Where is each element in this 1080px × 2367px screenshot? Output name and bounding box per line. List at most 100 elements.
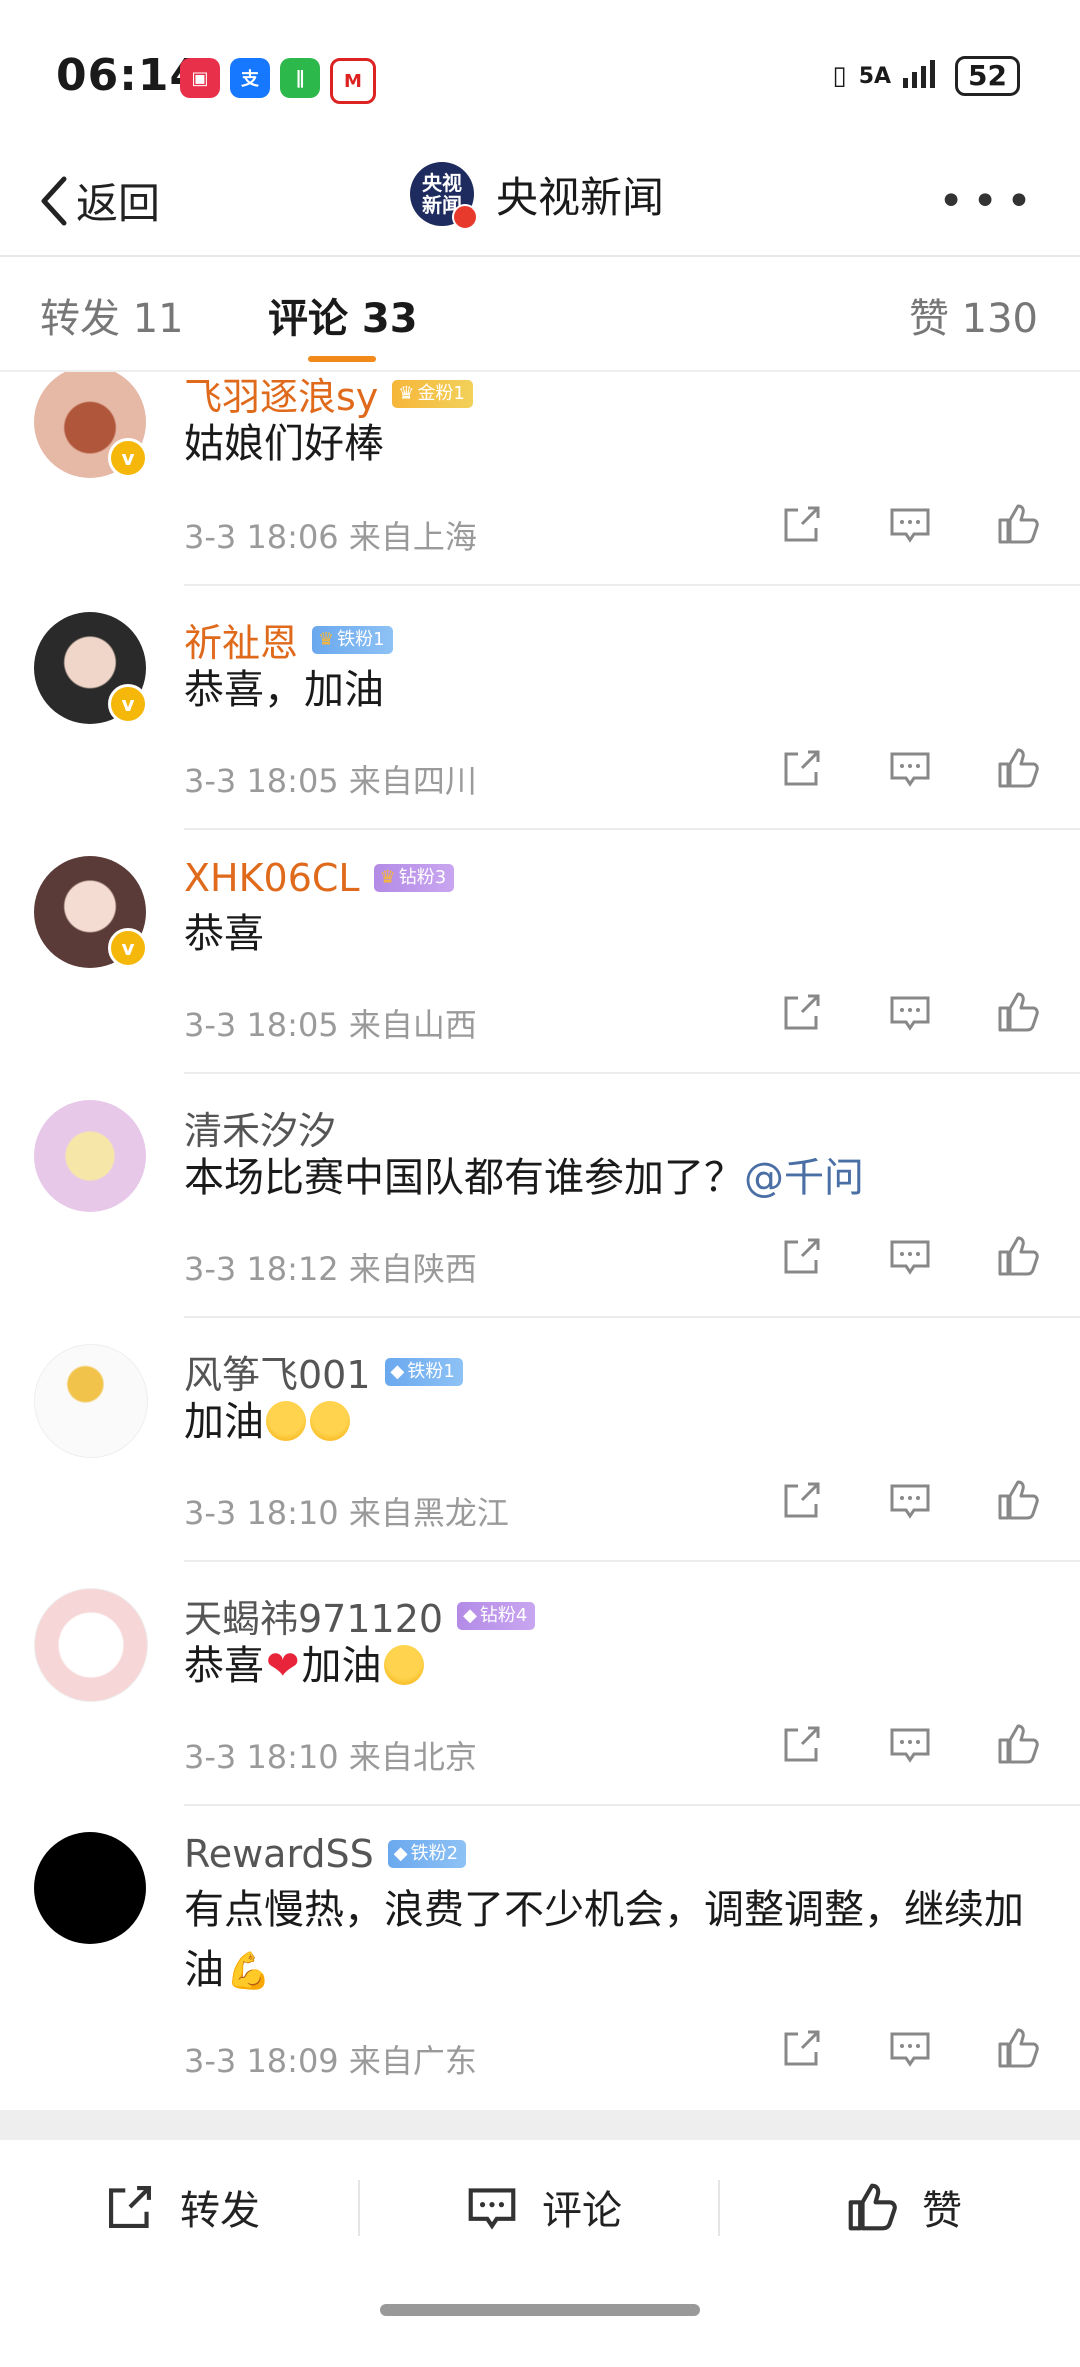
active-tab-indicator — [308, 356, 376, 362]
tab-comments[interactable]: 评论 33 — [268, 286, 418, 344]
comment-text: 恭喜❤加油 — [184, 1636, 1024, 1696]
verified-icon: v — [108, 684, 148, 724]
divider — [358, 2180, 360, 2236]
network-type: 5A — [858, 63, 892, 89]
comment-meta: 3-3 18:12 来自陕西 — [184, 1250, 477, 1288]
nav-bar: 返回 央视新闻 央视新闻 ••• — [0, 150, 1080, 257]
comment-item: v 飞羽逐浪sy ♛ 金粉1 姑娘们好棒 3-3 18:06 来自上海 — [0, 372, 1080, 586]
fan-badge-label: 钻粉4 — [479, 1604, 528, 1626]
fan-badge-label: 金粉1 — [417, 382, 465, 404]
comment-text-body: 有点慢热，浪费了不少机会，调整调整，继续加油 — [184, 1887, 1024, 1993]
fan-badge-label: 钻粉3 — [398, 867, 447, 888]
avatar[interactable] — [34, 1588, 148, 1702]
share-icon[interactable] — [780, 502, 824, 546]
avatar[interactable] — [34, 1100, 146, 1212]
comment-actions — [780, 1722, 1040, 1766]
like-button[interactable]: 赞 — [846, 2178, 962, 2236]
comment-icon[interactable] — [888, 502, 932, 546]
comment-list[interactable]: v 飞羽逐浪sy ♛ 金粉1 姑娘们好棒 3-3 18:06 来自上海 v 祈祉恩… — [0, 372, 1080, 2108]
fan-badge-label: 铁粉1 — [407, 1360, 455, 1382]
cctv-news-logo: 央视新闻 — [410, 162, 478, 230]
alipay-icon: 支 — [230, 58, 270, 98]
mention-link[interactable]: @千问 — [744, 1155, 864, 1201]
account-title[interactable]: 央视新闻 央视新闻 — [410, 162, 665, 230]
bottom-action-bar — [0, 2140, 1080, 2367]
system-icons: ▯ 5A 52 — [832, 56, 1020, 96]
share-icon[interactable] — [780, 1478, 824, 1522]
comment-actions — [780, 1234, 1040, 1278]
username[interactable]: 风筝飞001 — [184, 1344, 371, 1399]
chevron-left-icon — [41, 176, 67, 225]
section-gap — [0, 2110, 1080, 2140]
like-icon[interactable] — [996, 746, 1040, 790]
notification-icons: ▣ 支 ∥ M — [180, 58, 376, 104]
username[interactable]: RewardSS — [184, 1832, 374, 1876]
comment-item: v 祈祉恩 ♛ 铁粉1 恭喜，加油 3-3 18:05 来自四川 — [0, 586, 1080, 830]
fan-badge: ◆ 铁粉1 — [384, 1357, 463, 1386]
fan-badge: ♛ 金粉1 — [392, 379, 473, 408]
more-options-button[interactable]: ••• — [938, 176, 1040, 227]
avatar[interactable] — [34, 1832, 146, 1944]
share-icon[interactable] — [780, 1234, 824, 1278]
comment-icon[interactable] — [888, 990, 932, 1034]
crying-emoji-icon — [266, 1401, 306, 1441]
crown-icon: ♛ — [318, 628, 335, 650]
like-icon[interactable] — [996, 1234, 1040, 1278]
comment-icon[interactable] — [888, 746, 932, 790]
comment-actions — [780, 990, 1040, 1034]
tab-likes[interactable]: 赞 130 — [909, 286, 1038, 344]
metro-app-icon: M — [330, 58, 376, 104]
comment-text: 恭喜，加油 — [184, 667, 384, 713]
comment-meta: 3-3 18:06 来自上海 — [184, 518, 477, 556]
comment-icon[interactable] — [888, 1722, 932, 1766]
crying-emoji-icon — [310, 1401, 350, 1441]
comment-icon[interactable] — [888, 2026, 932, 2070]
comment-text: 有点慢热，浪费了不少机会，调整调整，继续加油💪 — [184, 1880, 1024, 2002]
comment-icon — [468, 2188, 516, 2230]
page-title: 央视新闻 — [496, 172, 665, 222]
comment-icon[interactable] — [888, 1478, 932, 1522]
diamond-icon: ◆ — [393, 1843, 408, 1864]
username[interactable]: 祈祉恩 — [184, 612, 298, 667]
tab-reposts[interactable]: 转发 11 — [40, 286, 184, 344]
like-icon[interactable] — [996, 1478, 1040, 1522]
comment-item: 清禾汐汐 本场比赛中国队都有谁参加了？@千问 3-3 18:12 来自陕西 — [0, 1074, 1080, 1318]
comment-item: RewardSS ◆ 铁粉2 有点慢热，浪费了不少机会，调整调整，继续加油💪 3-… — [0, 1806, 1080, 2108]
tab-bar: 转发 11 评论 33 赞 130 — [0, 256, 1080, 372]
comment-header: XHK06CL ♛ 钻粉3 — [184, 856, 455, 900]
username[interactable]: XHK06CL — [184, 856, 360, 900]
like-icon — [848, 2183, 897, 2231]
share-icon[interactable] — [780, 1722, 824, 1766]
like-icon[interactable] — [996, 990, 1040, 1034]
comment-item: v XHK06CL ♛ 钻粉3 恭喜 3-3 18:05 来自山西 — [0, 830, 1080, 1074]
comment-icon[interactable] — [888, 1234, 932, 1278]
back-button[interactable]: 返回 — [36, 170, 160, 231]
comment-header: 祈祉恩 ♛ 铁粉1 — [184, 612, 393, 667]
heart-emoji-icon: ❤ — [266, 1643, 300, 1689]
comment-text-part: 恭喜 — [184, 1643, 264, 1689]
battery-indicator: 52 — [955, 56, 1020, 96]
share-icon[interactable] — [780, 990, 824, 1034]
share-icon[interactable] — [780, 746, 824, 790]
like-icon[interactable] — [996, 502, 1040, 546]
fan-badge: ◆ 铁粉2 — [387, 1840, 467, 1868]
fan-badge: ♛ 钻粉3 — [373, 864, 455, 892]
diamond-icon: ◆ — [390, 1360, 405, 1382]
home-indicator[interactable] — [380, 2304, 700, 2316]
comment-text-body: 本场比赛中国队都有谁参加了？ — [184, 1155, 744, 1201]
share-icon[interactable] — [780, 2026, 824, 2070]
like-icon[interactable] — [996, 2026, 1040, 2070]
avatar[interactable] — [34, 1344, 148, 1458]
comment-meta: 3-3 18:09 来自广东 — [184, 2042, 477, 2080]
username[interactable]: 天蝎祎971120 — [184, 1588, 443, 1643]
repost-label: 转发 — [180, 2188, 260, 2234]
vibrate-icon: ▯ — [832, 61, 847, 91]
verified-badge-icon — [452, 204, 478, 230]
like-icon[interactable] — [996, 1722, 1040, 1766]
repost-button[interactable]: 转发 — [104, 2178, 260, 2236]
comment-actions — [780, 1478, 1040, 1522]
app-gallery-icon: ▣ — [180, 58, 220, 98]
comment-button[interactable]: 评论 — [466, 2178, 622, 2236]
comment-text-body: 加油 — [184, 1399, 264, 1445]
username[interactable]: 清禾汐汐 — [184, 1100, 336, 1155]
